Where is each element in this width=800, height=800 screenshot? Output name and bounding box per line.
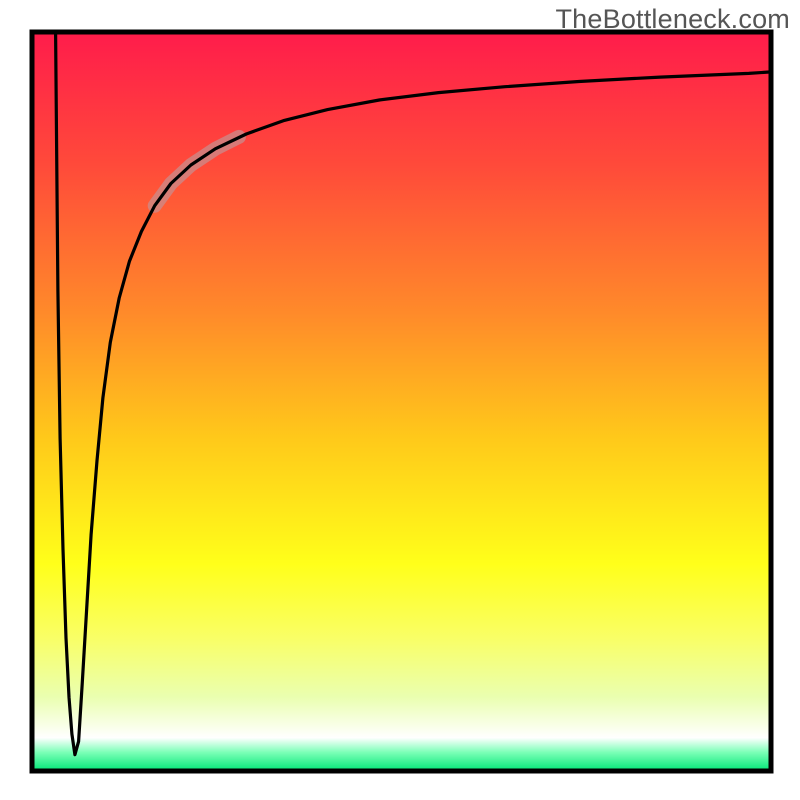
bottleneck-chart (0, 0, 800, 800)
chart-frame: TheBottleneck.com (0, 0, 800, 800)
watermark-text: TheBottleneck.com (555, 4, 790, 35)
plot-background (32, 32, 771, 771)
